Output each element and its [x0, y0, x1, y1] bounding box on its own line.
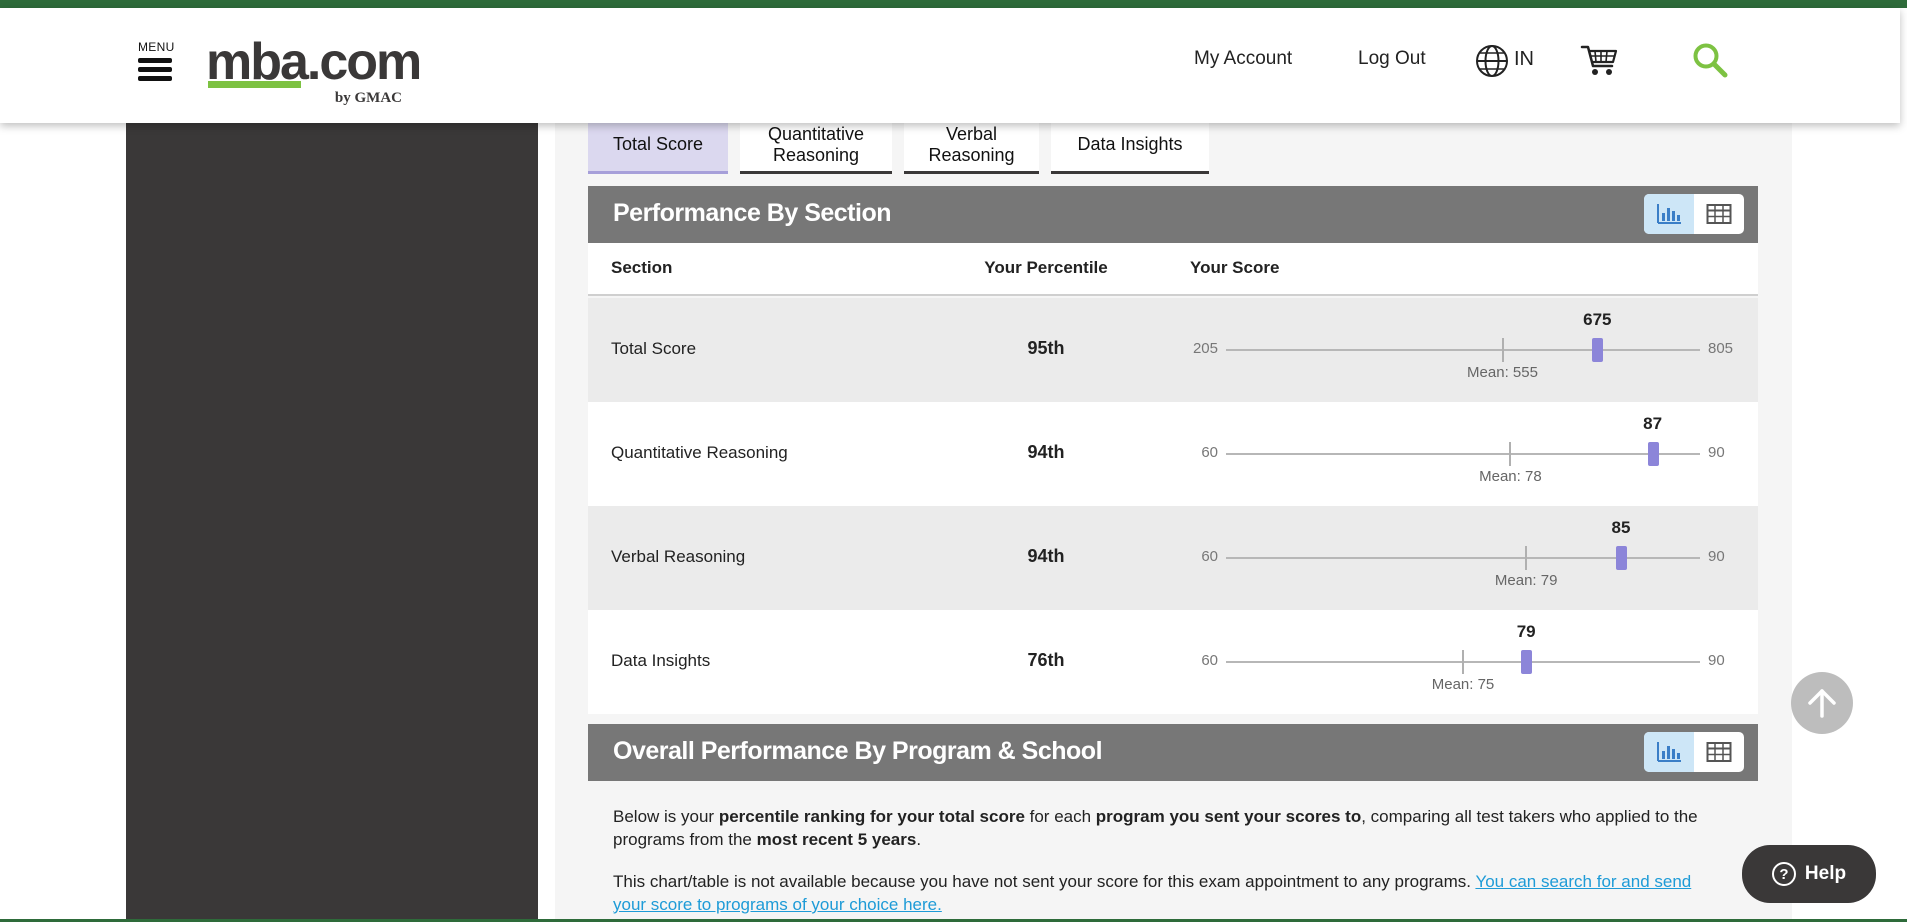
- chart-view-button[interactable]: [1644, 194, 1694, 234]
- intro-text: .: [916, 830, 922, 849]
- top-brand-stripe: [0, 0, 1907, 8]
- program-performance-header: Overall Performance By Program & School: [588, 724, 1758, 781]
- logo-subtext: by GMAC: [334, 90, 402, 106]
- hamburger-menu-icon: [138, 58, 172, 63]
- row-section-name: Quantitative Reasoning: [611, 443, 788, 462]
- score-track: [1226, 557, 1700, 559]
- mean-tick: [1462, 650, 1464, 674]
- view-toggle: [1644, 732, 1744, 772]
- performance-table-header: Section Your Percentile Your Score: [588, 243, 1758, 296]
- score-value-label: 79: [1516, 622, 1536, 641]
- hamburger-bar: [138, 67, 172, 72]
- table-row: Data Insights 76th 60 90 Mean: 75 79: [588, 610, 1758, 714]
- scale-max-label: 90: [1708, 652, 1725, 669]
- row-percentile: 94th: [1027, 442, 1065, 462]
- column-header-score: Your Score: [1190, 258, 1280, 277]
- mean-label: Mean: 79: [1494, 572, 1558, 589]
- scale-max-label: 90: [1708, 548, 1725, 565]
- cart-icon[interactable]: [1580, 42, 1618, 78]
- logo-underline: [208, 81, 301, 88]
- performance-by-section-header: Performance By Section: [588, 186, 1758, 243]
- arrow-up-icon: [1808, 689, 1836, 718]
- chart-view-button[interactable]: [1644, 732, 1694, 772]
- table-icon: [1706, 742, 1732, 762]
- section-title: Overall Performance By Program & School: [613, 737, 1103, 765]
- scale-max-label: 90: [1708, 444, 1725, 461]
- intro-bold-text: most recent 5 years: [756, 830, 917, 849]
- hamburger-bar: [138, 76, 172, 81]
- score-marker[interactable]: [1592, 338, 1604, 362]
- scale-min-label: 60: [1201, 652, 1218, 669]
- row-percentile: 76th: [1027, 650, 1065, 670]
- menu-label: MENU: [138, 40, 175, 54]
- question-icon: ?: [1771, 862, 1796, 886]
- score-marker[interactable]: [1616, 546, 1627, 570]
- score-track: [1226, 453, 1700, 455]
- mean-label: Mean: 78: [1479, 468, 1542, 485]
- help-label: Help: [1804, 863, 1847, 884]
- table-view-button[interactable]: [1694, 732, 1744, 772]
- mean-tick: [1501, 338, 1504, 362]
- tab-verbal-reasoning[interactable]: Verbal Reasoning: [904, 118, 1039, 174]
- language-label[interactable]: IN: [1514, 48, 1534, 71]
- program-intro-text: Below is your percentile ranking for you…: [613, 805, 1713, 851]
- help-button[interactable]: ? Help: [1742, 845, 1876, 903]
- scroll-to-top-button[interactable]: [1791, 672, 1853, 734]
- section-title: Performance By Section: [613, 199, 892, 227]
- mean-label: Mean: 555: [1467, 364, 1538, 381]
- bar-chart-icon: [1657, 742, 1681, 762]
- tab-total-score[interactable]: Total Score: [588, 118, 728, 174]
- scale-min-label: 60: [1201, 548, 1218, 565]
- site-header: MENU mba.com by GMAC My Account Log Out …: [0, 8, 1900, 123]
- score-marker[interactable]: [1647, 442, 1659, 466]
- left-sidebar: [126, 8, 538, 922]
- scale-min-label: 60: [1201, 444, 1218, 461]
- score-value-label: 87: [1643, 414, 1663, 433]
- table-view-button[interactable]: [1694, 194, 1744, 234]
- view-toggle: [1644, 194, 1744, 234]
- menu-button[interactable]: MENU: [138, 40, 176, 100]
- table-row: Quantitative Reasoning 94th 60 90 Mean: 78 87: [588, 402, 1758, 506]
- row-section-name: Verbal Reasoning: [611, 547, 746, 566]
- search-icon[interactable]: [1692, 42, 1728, 78]
- table-row: Total Score 95th 205 805 Mean: 555 675: [588, 298, 1758, 402]
- score-track: [1226, 349, 1700, 351]
- score-marker[interactable]: [1521, 650, 1533, 674]
- scale-min-label: 205: [1192, 340, 1218, 357]
- score-value-label: 675: [1583, 310, 1612, 329]
- row-percentile: 95th: [1027, 338, 1065, 358]
- intro-bold-text: percentile ranking for your total score: [718, 807, 1025, 826]
- tab-quantitative-reasoning[interactable]: Quantitative Reasoning: [740, 118, 892, 174]
- unavailable-text: This chart/table is not available becaus…: [613, 872, 1476, 891]
- tab-data-insights[interactable]: Data Insights: [1051, 118, 1209, 174]
- my-account-link[interactable]: My Account: [1194, 48, 1292, 70]
- column-header-section: Section: [611, 258, 673, 277]
- log-out-link[interactable]: Log Out: [1358, 48, 1426, 70]
- intro-text: Below is your: [613, 807, 719, 826]
- intro-text: for each: [1024, 807, 1096, 826]
- row-section-name: Data Insights: [611, 651, 711, 670]
- intro-bold-text: program you sent your scores to: [1095, 807, 1362, 826]
- row-percentile: 94th: [1027, 546, 1065, 566]
- unavailable-notice: This chart/table is not available becaus…: [613, 870, 1713, 916]
- table-row: Verbal Reasoning 94th 60 90 Mean: 79 85: [588, 506, 1758, 610]
- globe-icon[interactable]: [1475, 44, 1509, 78]
- table-icon: [1706, 204, 1732, 224]
- row-section-name: Total Score: [611, 339, 697, 358]
- column-header-percentile: Your Percentile: [984, 258, 1108, 277]
- scale-max-label: 805: [1708, 340, 1734, 357]
- mba-logo[interactable]: mba.com by GMAC: [206, 36, 422, 108]
- mean-label: Mean: 75: [1431, 676, 1495, 693]
- bar-chart-icon: [1657, 204, 1681, 224]
- mean-tick: [1509, 442, 1512, 466]
- mean-tick: [1525, 546, 1528, 570]
- score-value-label: 85: [1611, 518, 1631, 537]
